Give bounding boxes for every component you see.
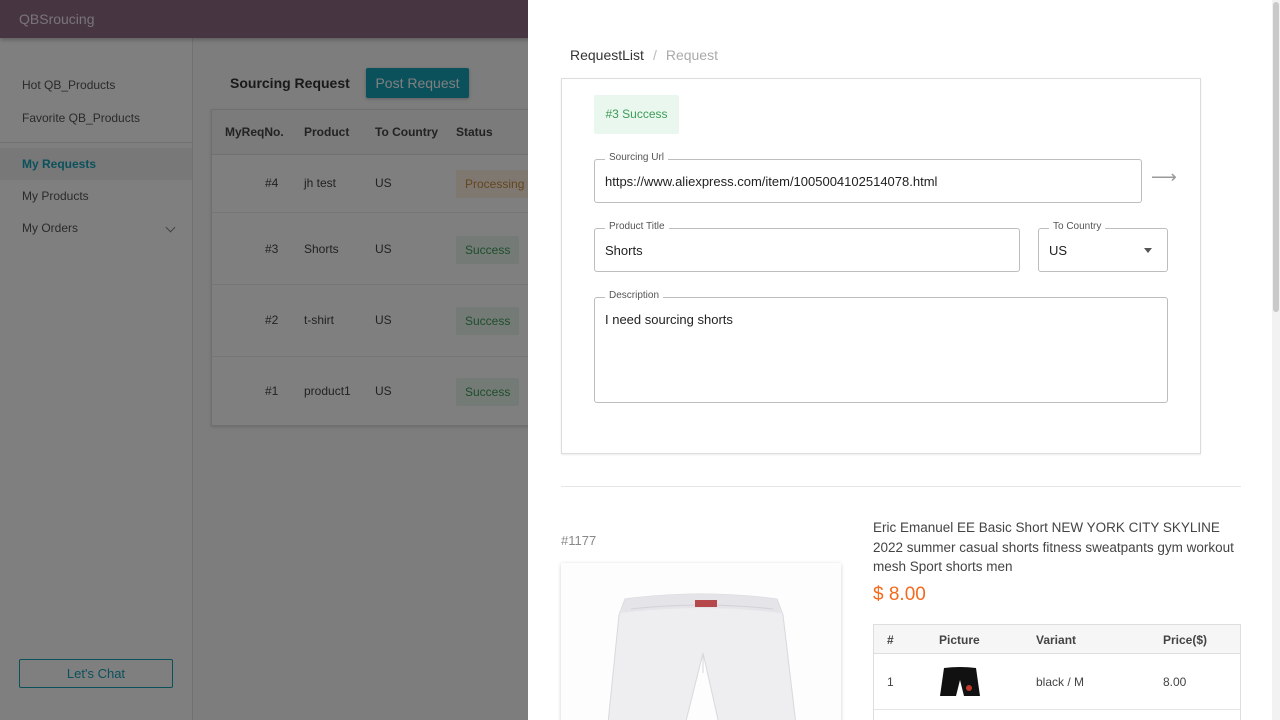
description-label: Description — [605, 290, 664, 301]
sourcing-url-field[interactable]: Sourcing Url https://www.aliexpress.com/… — [594, 152, 1142, 203]
product-title-label: Product Title — [605, 221, 669, 232]
variant-col-picture: Picture — [939, 633, 980, 647]
variant-row[interactable]: 1 black / M 8.00 — [874, 655, 1240, 710]
to-country-value: US — [1049, 243, 1068, 258]
breadcrumb-current: Request — [665, 47, 718, 63]
breadcrumb: RequestList / Request — [570, 47, 718, 63]
drawer-scrollbar[interactable] — [1272, 0, 1280, 720]
shorts-image — [561, 563, 841, 720]
variant-col-index: # — [887, 633, 894, 647]
sourcing-url-value: https://www.aliexpress.com/item/10050041… — [605, 174, 938, 189]
scrollbar-thumb[interactable] — [1273, 2, 1279, 312]
product-title: Eric Emanuel EE Basic Short NEW YORK CIT… — [873, 520, 1234, 574]
product-id: #1177 — [561, 533, 597, 548]
product-title-value: Shorts — [605, 243, 643, 258]
breadcrumb-request-list[interactable]: RequestList — [570, 47, 644, 63]
dropdown-arrow-icon — [1144, 248, 1152, 253]
section-divider — [561, 486, 1241, 487]
variants-table-header: # Picture Variant Price($) — [874, 625, 1240, 654]
arrow-right-icon[interactable]: ⟶ — [1151, 167, 1177, 188]
to-country-select[interactable]: To Country US — [1038, 221, 1168, 272]
to-country-label: To Country — [1049, 221, 1106, 232]
sourcing-url-label: Sourcing Url — [605, 152, 669, 163]
description-field[interactable]: Description I need sourcing shorts — [594, 290, 1168, 403]
product-image[interactable] — [561, 563, 841, 720]
product-title-field[interactable]: Product Title Shorts — [594, 221, 1020, 272]
variant-col-variant: Variant — [1036, 633, 1077, 647]
variant-name: black / M — [1036, 675, 1085, 689]
variants-table: # Picture Variant Price($) 1 black / M 8… — [873, 624, 1241, 720]
product-price: $ 8.00 — [873, 584, 926, 605]
variant-col-price: Price($) — [1163, 633, 1208, 647]
variant-price: 8.00 — [1163, 675, 1187, 689]
description-value: I need sourcing shorts — [605, 312, 733, 327]
variant-index: 1 — [887, 675, 894, 689]
status-badge: #3 Success — [594, 95, 679, 134]
request-drawer: RequestList / Request #3 Success Sourcing … — [528, 0, 1280, 720]
breadcrumb-separator: / — [652, 47, 657, 63]
request-form-card: #3 Success Sourcing Url https://www.alie… — [561, 78, 1201, 454]
variant-thumbnail[interactable] — [938, 664, 982, 700]
